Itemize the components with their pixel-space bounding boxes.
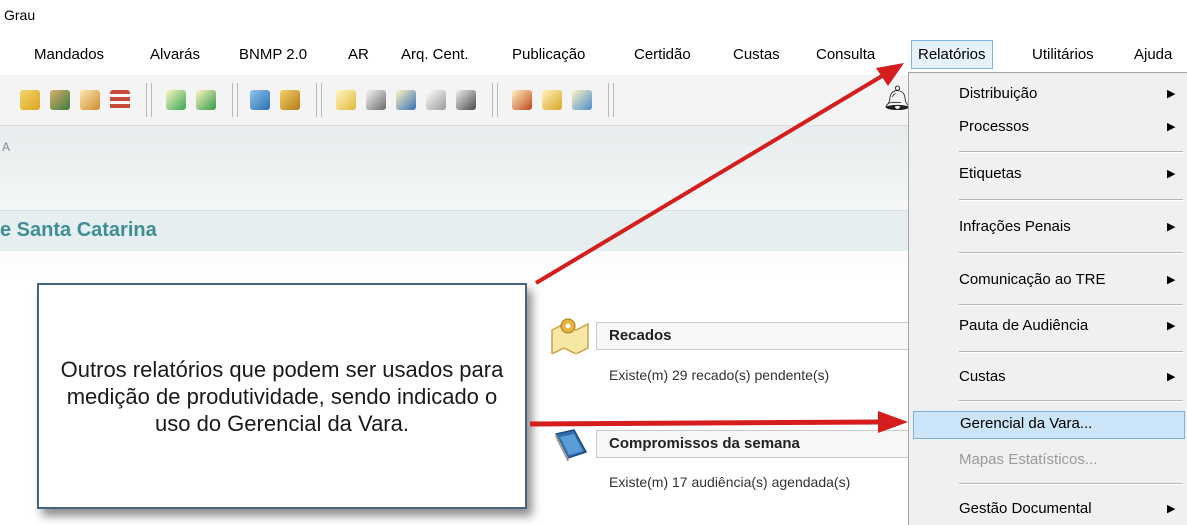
menu-item-distribuicao[interactable]: Distribuição ▶: [913, 82, 1183, 106]
submenu-arrow-icon: ▶: [1167, 168, 1176, 180]
menu-separator: [959, 400, 1183, 402]
submenu-arrow-icon: ▶: [1167, 320, 1176, 332]
magnify-doc-icon[interactable]: [512, 90, 532, 110]
submenu-arrow-icon: ▶: [1167, 121, 1176, 133]
annotation-callout: Outros relatórios que podem ser usados p…: [37, 283, 527, 509]
doc-search-icon[interactable]: [396, 90, 416, 110]
house-doc-icon[interactable]: [80, 90, 100, 110]
relatorios-dropdown: Distribuição ▶ Processos ▶ Etiquetas ▶ I…: [908, 72, 1187, 525]
menu-item-label: Pauta de Audiência: [959, 317, 1089, 334]
note-icon[interactable]: [336, 90, 356, 110]
toolbar-separator: [608, 83, 614, 117]
doc-up-icon[interactable]: [572, 90, 592, 110]
menu-separator: [959, 483, 1183, 485]
stamp-icon[interactable]: [426, 90, 446, 110]
doc-arrow-icon[interactable]: [542, 90, 562, 110]
recados-title: Recados: [609, 327, 672, 344]
menu-utilitarios[interactable]: Utilitários: [1032, 46, 1094, 63]
menu-item-processos[interactable]: Processos ▶: [913, 115, 1183, 139]
menu-separator: [959, 304, 1183, 306]
compromissos-status[interactable]: Existe(m) 17 audiência(s) agendada(s): [609, 474, 850, 490]
toolbar-separator: [492, 83, 498, 117]
toolbar-separator: [146, 83, 152, 117]
menu-relatorios[interactable]: Relatórios: [911, 40, 993, 69]
partial-heading: A: [2, 140, 11, 154]
menu-item-label: Mapas Estatísticos...: [959, 451, 1098, 468]
window-title: Grau: [4, 7, 36, 23]
menu-item-label: Custas: [959, 368, 1006, 385]
menu-item-pauta-audiencia[interactable]: Pauta de Audiência ▶: [913, 314, 1183, 338]
menu-item-label: Gerencial da Vara...: [960, 415, 1093, 432]
menu-publicacao[interactable]: Publicação: [512, 46, 585, 63]
court-banner: e Santa Catarina: [0, 210, 910, 251]
search-doc-icon[interactable]: [20, 90, 40, 110]
menu-item-infracoes-penais[interactable]: Infrações Penais ▶: [913, 215, 1183, 239]
table-icon[interactable]: [110, 90, 130, 110]
menu-separator: [959, 351, 1183, 353]
menu-bnmp[interactable]: BNMP 2.0: [239, 46, 307, 63]
menu-item-mapas-estatisticos: Mapas Estatísticos...: [913, 448, 1183, 472]
menu-item-label: Distribuição: [959, 85, 1038, 102]
menu-separator: [959, 151, 1183, 153]
submenu-arrow-icon: ▶: [1167, 503, 1176, 515]
menu-alvaras[interactable]: Alvarás: [150, 46, 200, 63]
recados-header[interactable]: Recados: [596, 322, 916, 350]
menu-item-label: Comunicação ao TRE: [959, 271, 1106, 288]
recados-status[interactable]: Existe(m) 29 recado(s) pendente(s): [609, 367, 829, 383]
menu-item-label: Processos: [959, 118, 1030, 135]
annotation-text: Outros relatórios que podem ser usados p…: [60, 356, 504, 436]
hierarchy-icon[interactable]: [280, 90, 300, 110]
menu-arq-cent[interactable]: Arq. Cent.: [401, 46, 469, 63]
menu-item-gestao-documental[interactable]: Gestão Documental ▶: [913, 497, 1183, 521]
court-name: e Santa Catarina: [0, 219, 157, 241]
doc-export-icon[interactable]: [166, 90, 186, 110]
menu-item-custas[interactable]: Custas ▶: [913, 365, 1183, 389]
user-search-icon[interactable]: [50, 90, 70, 110]
menu-consulta[interactable]: Consulta: [816, 46, 875, 63]
agenda-book-icon: [554, 429, 588, 462]
menu-separator: [959, 252, 1183, 254]
title-bar: Grau: [0, 0, 1187, 36]
recados-map-icon: [551, 318, 589, 354]
menu-item-etiquetas[interactable]: Etiquetas ▶: [913, 162, 1183, 186]
edit-doc-icon[interactable]: [456, 90, 476, 110]
submenu-arrow-icon: ▶: [1167, 221, 1176, 233]
doc-forward-icon[interactable]: [196, 90, 216, 110]
menu-custas[interactable]: Custas: [733, 46, 780, 63]
menu-item-gerencial-vara[interactable]: Gerencial da Vara...: [913, 411, 1185, 439]
toolbar-separator: [316, 83, 322, 117]
submenu-arrow-icon: ▶: [1167, 274, 1176, 286]
menu-mandados[interactable]: Mandados: [34, 46, 104, 63]
menu-certidao[interactable]: Certidão: [634, 46, 691, 63]
move-icon[interactable]: [250, 90, 270, 110]
compromissos-header[interactable]: Compromissos da semana: [596, 430, 916, 458]
menu-bar: Mandados Alvarás BNMP 2.0 AR Arq. Cent. …: [0, 38, 1187, 72]
menu-item-label: Etiquetas: [959, 165, 1022, 182]
compromissos-title: Compromissos da semana: [609, 435, 800, 452]
menu-item-label: Gestão Documental: [959, 500, 1092, 517]
menu-ajuda[interactable]: Ajuda: [1134, 46, 1172, 63]
docs-icon[interactable]: [366, 90, 386, 110]
menu-ar[interactable]: AR: [348, 46, 369, 63]
menu-item-label: Infrações Penais: [959, 218, 1071, 235]
menu-item-comunicacao-tre[interactable]: Comunicação ao TRE ▶: [913, 268, 1183, 292]
menu-separator: [959, 199, 1183, 201]
toolbar-separator: [232, 83, 238, 117]
submenu-arrow-icon: ▶: [1167, 371, 1176, 383]
submenu-arrow-icon: ▶: [1167, 88, 1176, 100]
